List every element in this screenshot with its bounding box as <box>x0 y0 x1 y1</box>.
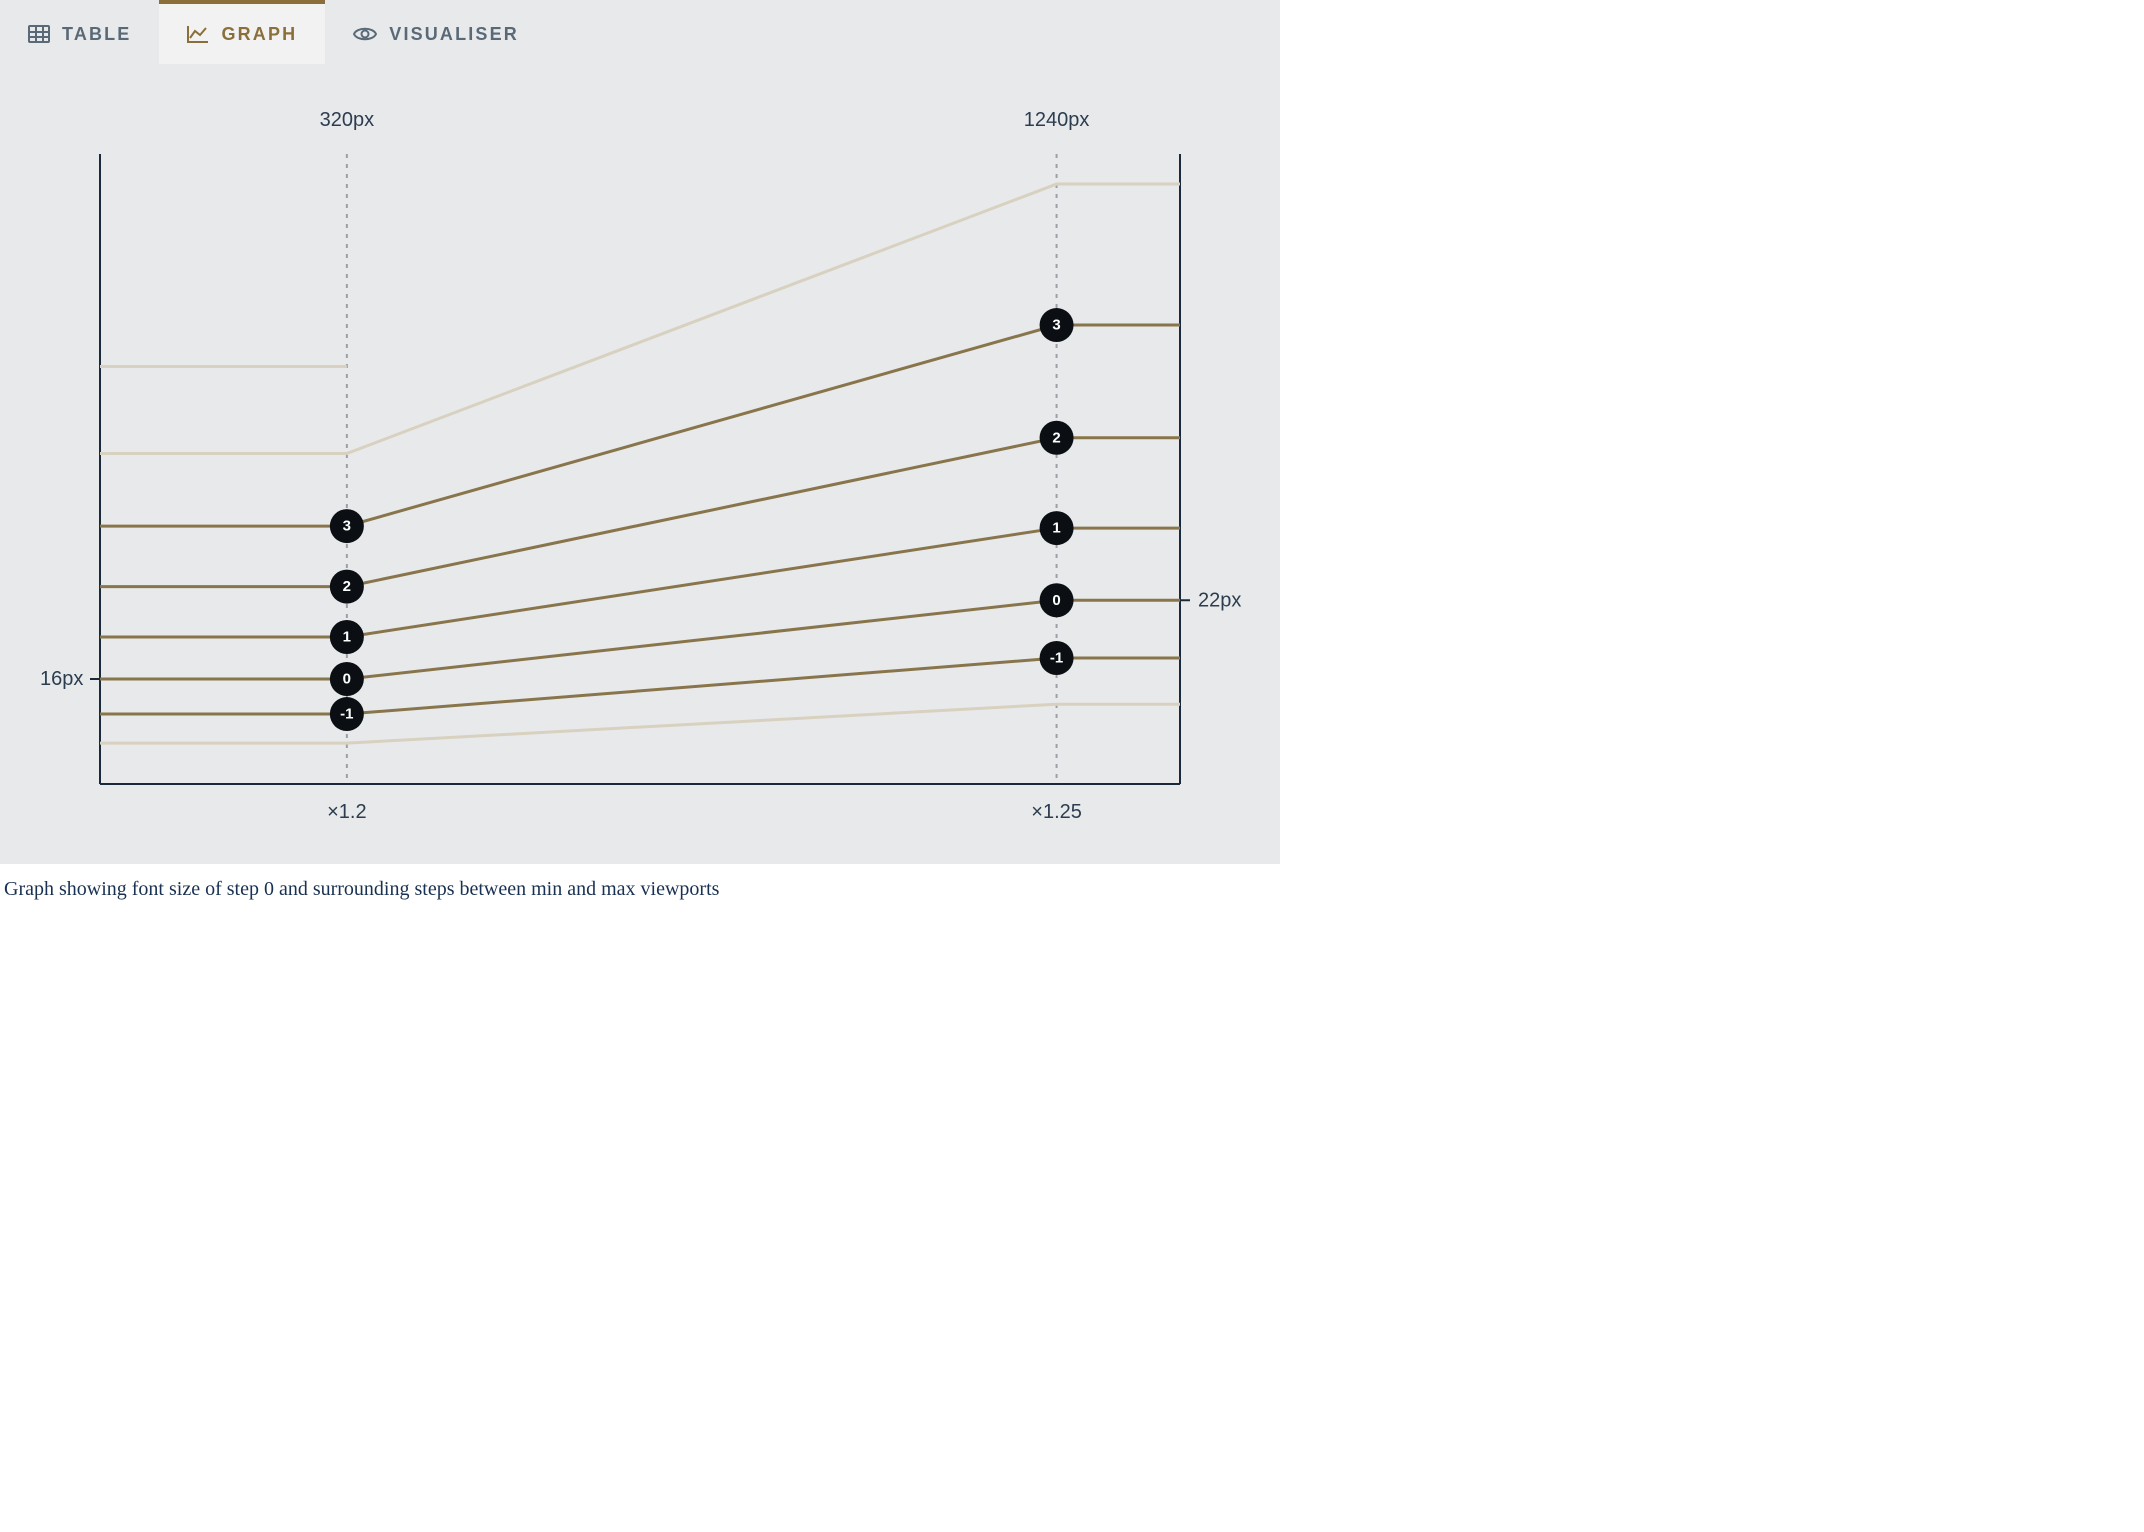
table-icon <box>28 25 50 43</box>
svg-text:22px: 22px <box>1198 589 1241 611</box>
svg-text:3: 3 <box>1052 317 1060 334</box>
svg-text:3: 3 <box>343 518 351 535</box>
tabs: TABLE GRAPH VISUALISER <box>0 0 1280 64</box>
svg-text:×1.2: ×1.2 <box>327 801 366 823</box>
tab-visualiser[interactable]: VISUALISER <box>325 0 547 64</box>
graph-icon <box>187 25 209 43</box>
svg-text:-1: -1 <box>1050 650 1063 667</box>
tab-graph[interactable]: GRAPH <box>159 0 325 64</box>
tab-table[interactable]: TABLE <box>0 0 159 64</box>
tab-label: GRAPH <box>221 24 297 45</box>
svg-text:16px: 16px <box>40 668 83 690</box>
eye-icon <box>353 25 377 43</box>
tab-label: TABLE <box>62 24 131 45</box>
chart-area: 320px 1240px ×1.2 ×1.25 16px 22px 3 3 2 2 1 1 0 0 -1 -1 <box>0 64 1280 864</box>
chart-panel: TABLE GRAPH VISUALISER 320px 1240px ×1.2 ×1… <box>0 0 1280 864</box>
svg-text:320px: 320px <box>320 109 375 131</box>
svg-text:0: 0 <box>343 671 351 688</box>
svg-text:0: 0 <box>1052 592 1060 609</box>
tab-label: VISUALISER <box>389 24 519 45</box>
svg-text:2: 2 <box>343 578 351 595</box>
chart-caption: Graph showing font size of step 0 and su… <box>0 864 1280 901</box>
svg-text:1240px: 1240px <box>1024 109 1090 131</box>
svg-text:1: 1 <box>343 629 351 646</box>
svg-text:-1: -1 <box>340 706 353 723</box>
svg-text:×1.25: ×1.25 <box>1031 801 1082 823</box>
svg-text:1: 1 <box>1052 520 1060 537</box>
svg-text:2: 2 <box>1052 429 1060 446</box>
